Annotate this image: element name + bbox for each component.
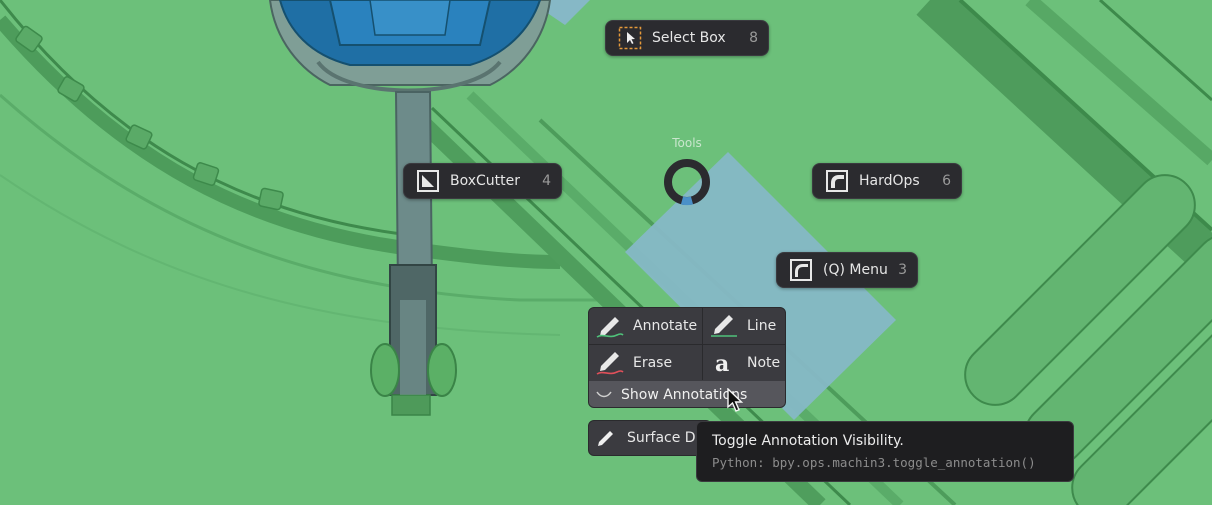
tooltip-python: Python: bpy.ops.machin3.toggle_annotatio… bbox=[712, 455, 1036, 470]
svg-text:a: a bbox=[715, 351, 729, 376]
pie-item-label: HardOps bbox=[859, 173, 920, 189]
annotate-button[interactable]: Annotate bbox=[589, 308, 702, 344]
pie-item-select-box[interactable]: Select Box 8 bbox=[605, 20, 769, 56]
show-annotations-button[interactable]: Show Annotations bbox=[589, 381, 785, 407]
ring-notches bbox=[15, 25, 284, 211]
pie-item-boxcutter[interactable]: BoxCutter 4 bbox=[403, 163, 562, 199]
eye-closed-icon bbox=[595, 389, 615, 401]
boxcutter-icon bbox=[416, 169, 440, 193]
erase-label: Erase bbox=[633, 355, 673, 371]
note-text-icon: a bbox=[709, 350, 739, 376]
tooltip: Toggle Annotation Visibility. Python: bp… bbox=[696, 421, 1074, 482]
hardops-icon bbox=[825, 169, 849, 193]
line-label: Line bbox=[747, 318, 777, 334]
q-menu-icon bbox=[789, 258, 813, 282]
blue-helmet bbox=[268, 0, 552, 93]
pie-menu-title: Tools bbox=[672, 136, 702, 150]
pie-item-shortcut: 8 bbox=[749, 30, 758, 46]
line-pencil-icon bbox=[709, 313, 739, 339]
pie-item-shortcut: 4 bbox=[542, 173, 551, 189]
pie-item-hardops[interactable]: HardOps 6 bbox=[812, 163, 962, 199]
pie-center-ring bbox=[664, 159, 710, 206]
pie-item-label: Select Box bbox=[652, 30, 726, 46]
pie-item-label: BoxCutter bbox=[450, 173, 521, 189]
pie-item-shortcut: 3 bbox=[898, 262, 907, 278]
annotate-pencil-icon bbox=[595, 313, 625, 339]
note-label: Note bbox=[747, 355, 781, 371]
note-button[interactable]: a Note bbox=[703, 345, 785, 381]
surface-draw-button[interactable]: Surface Draw bbox=[588, 420, 712, 456]
annotate-label: Annotate bbox=[633, 318, 698, 334]
line-button[interactable]: Line bbox=[703, 308, 785, 344]
select-box-icon bbox=[618, 26, 642, 50]
pie-item-label: (Q) Menu bbox=[823, 262, 888, 278]
mouse-cursor-icon bbox=[727, 388, 744, 412]
pie-direction-indicator bbox=[680, 196, 694, 206]
erase-pencil-icon bbox=[595, 350, 625, 376]
erase-button[interactable]: Erase bbox=[589, 345, 702, 381]
surface-draw-pencil-icon bbox=[595, 427, 617, 449]
annotation-panel: Annotate Line Erase a Note Show Annotati… bbox=[588, 307, 786, 408]
pie-item-q-menu[interactable]: (Q) Menu 3 bbox=[776, 252, 918, 288]
pie-item-shortcut: 6 bbox=[942, 173, 951, 189]
tooltip-title: Toggle Annotation Visibility. bbox=[712, 433, 904, 449]
